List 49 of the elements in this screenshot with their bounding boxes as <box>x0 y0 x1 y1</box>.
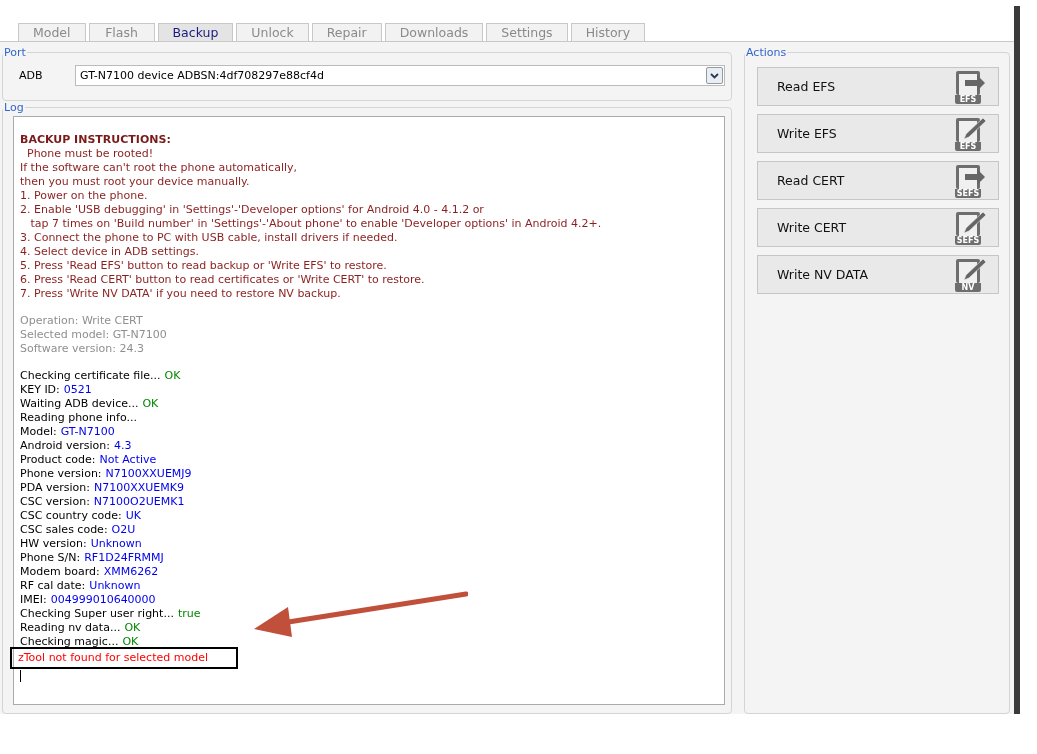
log-line: Phone version: N7100XXUEMJ9 <box>20 467 192 481</box>
log-line: Phone S/N: RF1D24FRMMJ <box>20 551 164 565</box>
action-button[interactable]: Write CERT SEFS <box>757 208 999 247</box>
highlighted-log-line: zTool not found for selected model <box>12 649 236 667</box>
action-button[interactable]: Read CERT SEFS <box>757 161 999 200</box>
action-button[interactable]: Write NV DATA NV <box>757 255 999 294</box>
log-line: Software version: 24.3 <box>20 342 144 356</box>
log-line: RF cal date: Unknown <box>20 579 141 593</box>
field-label: ADB <box>19 69 44 82</box>
log-line: 7. Press 'Write NV DATA' if you need to restore NV backup. <box>20 287 341 301</box>
log-line: KEY ID: 0521 <box>20 383 92 397</box>
text-cursor <box>20 670 21 682</box>
log-line: Reading phone info... <box>20 411 137 425</box>
log-line: 4. Select device in ADB settings. <box>20 245 199 259</box>
log-line: HW version: Unknown <box>20 537 142 551</box>
action-button[interactable]: Write EFS EFS <box>757 114 999 153</box>
group-title: Port <box>3 46 27 59</box>
log-line: 1. Power on the phone. <box>20 189 148 203</box>
group-title: Log <box>3 101 25 114</box>
log-line: Waiting ADB device... OK <box>20 397 159 411</box>
log-line: tap 7 times on 'Build number' in 'Settings'-'About phone' to enable 'Developer options' in Android 4.2+. <box>29 217 602 231</box>
log-line: Phone must be rooted! <box>26 147 154 161</box>
tab[interactable]: Backup <box>157 23 234 41</box>
log-line: Checking certificate file... OK <box>20 369 181 383</box>
action-button[interactable]: Read EFS EFS <box>757 67 999 106</box>
port-dropdown[interactable]: GT-N7100 device ADBSN:4df708297e88cf4d <box>75 65 725 86</box>
log-line: 5. Press 'Read EFS' button to read backup or 'Write EFS' to restore. <box>20 259 387 273</box>
log-line: BACKUP INSTRUCTIONS: <box>20 133 171 147</box>
log-line: Reading nv data... OK <box>20 621 141 635</box>
log-line: If the software can't root the phone automatically, <box>20 161 297 175</box>
log-line: 6. Press 'Read CERT' button to read certificates or 'Write CERT' to restore. <box>20 273 425 287</box>
log-line: Modem board: XMM6262 <box>20 565 159 579</box>
log-line: IMEI: 004999010640000 <box>20 593 156 607</box>
log-line: CSC sales code: O2U <box>20 523 136 537</box>
log-line: 3. Connect the phone to PC with USB cable, install drivers if needed. <box>20 231 398 245</box>
log-line: Selected model: GT-N7100 <box>20 328 167 342</box>
log-line: Operation: Write CERT <box>20 314 143 328</box>
log-line: Checking magic... OK <box>20 635 139 649</box>
log-line: 2. Enable 'USB debugging' in 'Settings'-'Developer options' for Android 4.0 - 4.1.2 or <box>20 203 484 217</box>
log-line: PDA version: N7100XXUEMK9 <box>20 481 184 495</box>
log-line: Model: GT-N7100 <box>20 425 115 439</box>
group-title: Actions <box>745 46 788 59</box>
log-line: Checking Super user right... true <box>20 607 201 621</box>
log-line: Android version: 4.3 <box>20 439 132 453</box>
log-line: then you must root your device manually. <box>20 175 250 189</box>
log-line: CSC country code: UK <box>20 509 141 523</box>
chevron-down-icon <box>706 67 723 84</box>
log-line: CSC version: N7100O2UEMK1 <box>20 495 185 509</box>
log-line: Product code: Not Active <box>20 453 157 467</box>
